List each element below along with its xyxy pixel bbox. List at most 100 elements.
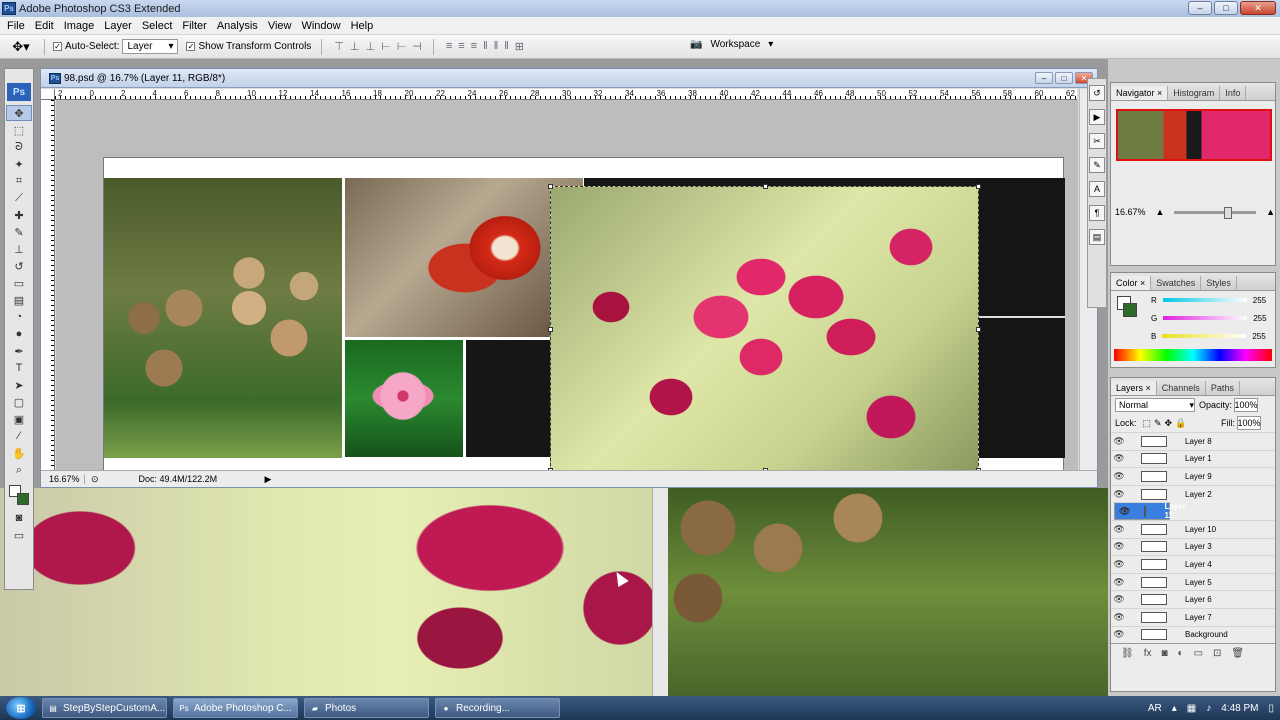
shape-tool-icon[interactable]: ▢ bbox=[6, 394, 32, 410]
visibility-eye-icon[interactable]: 👁 bbox=[1111, 559, 1127, 570]
marquee-tool-icon[interactable]: ⬚ bbox=[6, 122, 32, 138]
g-slider[interactable] bbox=[1163, 316, 1248, 320]
menu-file[interactable]: File bbox=[2, 20, 30, 32]
layer-row[interactable]: 👁 Layer 11 bbox=[1114, 502, 1186, 520]
clock[interactable]: 4:48 PM bbox=[1221, 703, 1258, 714]
slice-tool-icon[interactable]: ⟋ bbox=[6, 190, 32, 206]
blend-mode-dropdown[interactable]: Normal ▾ bbox=[1115, 398, 1195, 412]
canvas-page[interactable] bbox=[103, 157, 1065, 478]
align-hcenter-icon[interactable]: ⊢ bbox=[397, 40, 408, 53]
doc-maximize-button[interactable]: □ bbox=[1055, 72, 1073, 84]
visibility-eye-icon[interactable]: 👁 bbox=[1111, 489, 1127, 500]
layer-style-icon[interactable]: fx bbox=[1144, 648, 1152, 659]
layer-row[interactable]: 👁 Layer 8 bbox=[1111, 432, 1275, 450]
visibility-eye-icon[interactable]: 👁 bbox=[1111, 524, 1127, 535]
close-button[interactable]: ✕ bbox=[1240, 1, 1276, 15]
align-vcenter-icon[interactable]: ⊥ bbox=[350, 40, 361, 53]
color-bg-swatch[interactable] bbox=[1123, 303, 1137, 317]
pen-tool-icon[interactable]: ✒ bbox=[6, 343, 32, 359]
layer-mask-icon[interactable]: ◙ bbox=[1161, 648, 1167, 659]
distribute-hcenter-icon[interactable]: ‖ bbox=[494, 40, 500, 53]
gradient-tool-icon[interactable]: ▤ bbox=[6, 292, 32, 308]
screen-mode-icon[interactable]: ▭ bbox=[6, 527, 32, 543]
vertical-ruler[interactable] bbox=[41, 100, 55, 470]
magic-wand-tool-icon[interactable]: ✦ bbox=[6, 156, 32, 172]
layer-comps-icon[interactable]: ▤ bbox=[1089, 229, 1105, 245]
distribute-top-icon[interactable]: ≡ bbox=[446, 40, 453, 53]
r-slider[interactable] bbox=[1162, 298, 1247, 302]
tray-arrow-icon[interactable]: ▴ bbox=[1172, 703, 1177, 714]
distribute-vcenter-icon[interactable]: ≡ bbox=[458, 40, 465, 53]
hand-tool-icon[interactable]: ✋ bbox=[6, 445, 32, 461]
menu-help[interactable]: Help bbox=[346, 20, 379, 32]
adjustment-layer-icon[interactable]: ◐ bbox=[1178, 648, 1184, 659]
doc-minimize-button[interactable]: – bbox=[1035, 72, 1053, 84]
transform-handle-ml[interactable] bbox=[548, 327, 553, 332]
photo-dark-placeholder[interactable] bbox=[466, 340, 550, 457]
tab-styles[interactable]: Styles bbox=[1201, 276, 1237, 290]
transform-handle-tl[interactable] bbox=[548, 184, 553, 189]
tab-histogram[interactable]: Histogram bbox=[1168, 86, 1221, 100]
transform-handle-tc[interactable] bbox=[763, 184, 768, 189]
volume-icon[interactable]: ♪ bbox=[1206, 703, 1211, 714]
transform-handle-tr[interactable] bbox=[976, 184, 981, 189]
photo-dark-right[interactable] bbox=[979, 178, 1065, 458]
menu-edit[interactable]: Edit bbox=[30, 20, 59, 32]
delete-layer-icon[interactable]: 🗑 bbox=[1231, 648, 1244, 659]
blur-tool-icon[interactable]: ◔ bbox=[6, 309, 32, 325]
task-stepbystep[interactable]: ▤ StepByStepCustomA... bbox=[42, 698, 167, 718]
fill-input[interactable]: 100% bbox=[1237, 416, 1261, 430]
visibility-eye-icon[interactable]: 👁 bbox=[1111, 436, 1127, 447]
path-selection-tool-icon[interactable]: ➤ bbox=[6, 377, 32, 393]
crop-tool-icon[interactable]: ⌗ bbox=[6, 173, 32, 189]
layer-row[interactable]: 👁 Layer 3 bbox=[1111, 537, 1275, 556]
healing-brush-tool-icon[interactable]: ✚ bbox=[6, 207, 32, 223]
lock-icons[interactable]: ⬚✎✥🔒 bbox=[1143, 418, 1190, 429]
tab-swatches[interactable]: Swatches bbox=[1151, 276, 1202, 290]
tab-channels[interactable]: Channels bbox=[1157, 381, 1206, 395]
eyedropper-tool-icon[interactable]: ⁄ bbox=[6, 428, 32, 444]
task-photos[interactable]: ▰ Photos bbox=[304, 698, 429, 718]
zoom-level[interactable]: 16.67% bbox=[41, 474, 85, 484]
color-spectrum[interactable] bbox=[1114, 349, 1272, 361]
layer-row[interactable]: 👁 Layer 7 bbox=[1111, 607, 1275, 626]
zoom-tool-icon[interactable]: ⌕ bbox=[6, 462, 32, 478]
menu-view[interactable]: View bbox=[263, 20, 297, 32]
actions-icon[interactable]: ▶ bbox=[1089, 109, 1105, 125]
layer-row[interactable]: 👁 Layer 5 bbox=[1111, 572, 1275, 591]
auto-align-icon[interactable]: ⊞ bbox=[515, 40, 525, 53]
task-photoshop[interactable]: Ps Adobe Photoshop C... bbox=[173, 698, 298, 718]
visibility-eye-icon[interactable]: 👁 bbox=[1111, 629, 1127, 640]
layer-row[interactable]: 👁 Background bbox=[1111, 625, 1275, 644]
tab-color[interactable]: Color × bbox=[1111, 276, 1152, 290]
menu-layer[interactable]: Layer bbox=[99, 20, 137, 32]
layer-row[interactable]: 👁 Layer 10 bbox=[1111, 519, 1275, 538]
menu-filter[interactable]: Filter bbox=[177, 20, 211, 32]
opacity-input[interactable]: 100% bbox=[1234, 398, 1259, 412]
distribute-bottom-icon[interactable]: ≡ bbox=[471, 40, 478, 53]
photo-orchid-selected-layer[interactable] bbox=[548, 184, 981, 473]
quick-mask-icon[interactable]: ◙ bbox=[6, 510, 32, 526]
navigator-zoom-slider[interactable] bbox=[1174, 206, 1257, 219]
visibility-eye-icon[interactable]: 👁 bbox=[1111, 577, 1127, 588]
tab-info[interactable]: Info bbox=[1220, 86, 1247, 100]
horizontal-ruler[interactable]: 2 0 2 4 6 8 10 12 14 16 18 20 22 24 26 28 30 32 34 36 38 40 42… bbox=[55, 89, 1077, 100]
auto-select-checkbox[interactable]: ✓ bbox=[53, 42, 62, 51]
notes-tool-icon[interactable]: ▣ bbox=[6, 411, 32, 427]
layer-row[interactable]: 👁 Layer 4 bbox=[1111, 555, 1275, 573]
workspace-menu[interactable]: 📷 Workspace ▾ bbox=[690, 39, 773, 50]
visibility-eye-icon[interactable]: 👁 bbox=[1111, 612, 1127, 623]
canvas-area[interactable] bbox=[56, 100, 1078, 478]
distribute-buttons[interactable]: ≡ ≡ ≡ ‖ ‖ ‖ ⊞ bbox=[446, 40, 525, 53]
align-left-icon[interactable]: ⊢ bbox=[381, 40, 392, 53]
type-tool-icon[interactable]: T bbox=[6, 360, 32, 376]
tab-layers[interactable]: Layers × bbox=[1111, 381, 1157, 395]
layer-row[interactable]: 👁 Layer 9 bbox=[1111, 467, 1275, 485]
paragraph-icon[interactable]: ¶ bbox=[1089, 205, 1105, 221]
language-indicator[interactable]: AR bbox=[1148, 703, 1162, 714]
clone-stamp-tool-icon[interactable]: ⊥ bbox=[6, 241, 32, 257]
brush-tool-icon[interactable]: ✎ bbox=[6, 224, 32, 240]
desktop-window-scrollbar[interactable] bbox=[652, 488, 668, 696]
maximize-button[interactable]: □ bbox=[1214, 1, 1238, 15]
tab-paths[interactable]: Paths bbox=[1206, 381, 1240, 395]
